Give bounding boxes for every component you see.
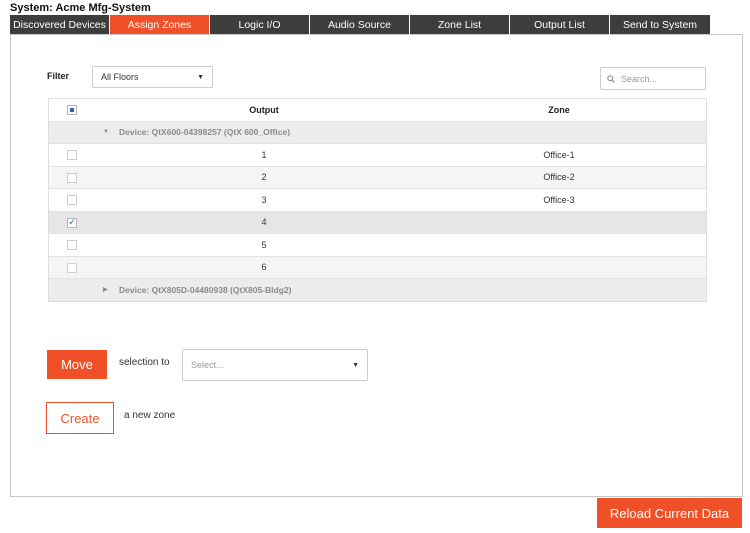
filter-dropdown[interactable]: All Floors ▼ — [92, 66, 213, 88]
header-output: Output — [249, 104, 279, 115]
tab-logic-io[interactable]: Logic I/O — [210, 15, 310, 34]
table-row[interactable]: 1 Office-1 — [49, 143, 706, 166]
create-zone-text: a new zone — [124, 410, 176, 421]
cell-output: 6 — [261, 262, 267, 273]
header-zone: Zone — [548, 104, 570, 115]
tab-output-list[interactable]: Output List — [510, 15, 610, 34]
move-target-placeholder: Select... — [191, 360, 224, 370]
tab-assign-zones[interactable]: Assign Zones — [110, 15, 210, 34]
table-row[interactable]: 5 — [49, 233, 706, 256]
row-checkbox[interactable] — [67, 240, 77, 250]
tab-discovered-devices[interactable]: Discovered Devices — [10, 15, 110, 34]
cell-output: 1 — [261, 149, 267, 160]
device-group-row[interactable]: ▶ Device: QtX805D-04480938 (QtX805-Bldg2… — [49, 278, 706, 301]
table-row[interactable]: 6 — [49, 255, 706, 278]
cell-output: 3 — [261, 194, 267, 205]
indeterminate-icon — [70, 108, 74, 112]
search-input[interactable] — [619, 72, 699, 85]
chevron-down-icon: ▼ — [197, 73, 204, 81]
system-title: System: Acme Mfg-System — [10, 2, 151, 14]
tab-zone-list[interactable]: Zone List — [410, 15, 510, 34]
row-checkbox[interactable]: ✓ — [67, 217, 77, 228]
tab-send-to-system[interactable]: Send to System — [610, 15, 710, 34]
tab-bar: Discovered Devices Assign Zones Logic I/… — [10, 15, 710, 34]
device-group-label: Device: QtX600-04398257 (QtX 600_Office) — [119, 127, 291, 138]
select-all-checkbox[interactable] — [67, 105, 77, 115]
tab-audio-source[interactable]: Audio Source — [310, 15, 410, 34]
table-row[interactable]: ✓ 4 — [49, 210, 706, 233]
cell-output: 5 — [261, 239, 267, 250]
search-icon — [607, 74, 615, 83]
caret-down-icon[interactable]: ▼ — [103, 129, 109, 135]
assign-zones-panel: Filter All Floors ▼ Output Zone ▼ Device… — [10, 34, 743, 497]
filter-value: All Floors — [101, 72, 139, 82]
checkmark-icon: ✓ — [68, 217, 76, 227]
device-group-row[interactable]: ▼ Device: QtX600-04398257 (QtX 600_Offic… — [49, 120, 706, 143]
table-row[interactable]: 3 Office-3 — [49, 188, 706, 211]
row-checkbox[interactable] — [67, 150, 77, 160]
cell-zone: Office-1 — [543, 149, 575, 160]
grid-header-row: Output Zone — [49, 98, 706, 121]
outputs-grid: Output Zone ▼ Device: QtX600-04398257 (Q… — [48, 98, 707, 302]
create-button[interactable]: Create — [46, 402, 114, 434]
table-row[interactable]: 2 Office-2 — [49, 165, 706, 188]
row-checkbox[interactable] — [67, 262, 77, 273]
cell-output: 2 — [261, 172, 267, 183]
cell-output: 4 — [261, 217, 267, 228]
row-checkbox[interactable] — [67, 172, 77, 183]
cell-zone: Office-2 — [543, 172, 575, 183]
chevron-down-icon: ▼ — [352, 361, 359, 369]
device-group-label: Device: QtX805D-04480938 (QtX805-Bldg2) — [119, 284, 292, 295]
search-box[interactable] — [600, 67, 706, 90]
cell-zone: Office-3 — [543, 194, 575, 205]
move-button[interactable]: Move — [47, 350, 107, 379]
move-target-dropdown[interactable]: Select... ▼ — [182, 349, 368, 381]
row-checkbox[interactable] — [67, 195, 77, 205]
caret-right-icon[interactable]: ▶ — [103, 286, 108, 293]
move-selection-text: selection to — [119, 357, 170, 368]
filter-label: Filter — [47, 71, 70, 81]
reload-data-button[interactable]: Reload Current Data — [597, 498, 742, 528]
